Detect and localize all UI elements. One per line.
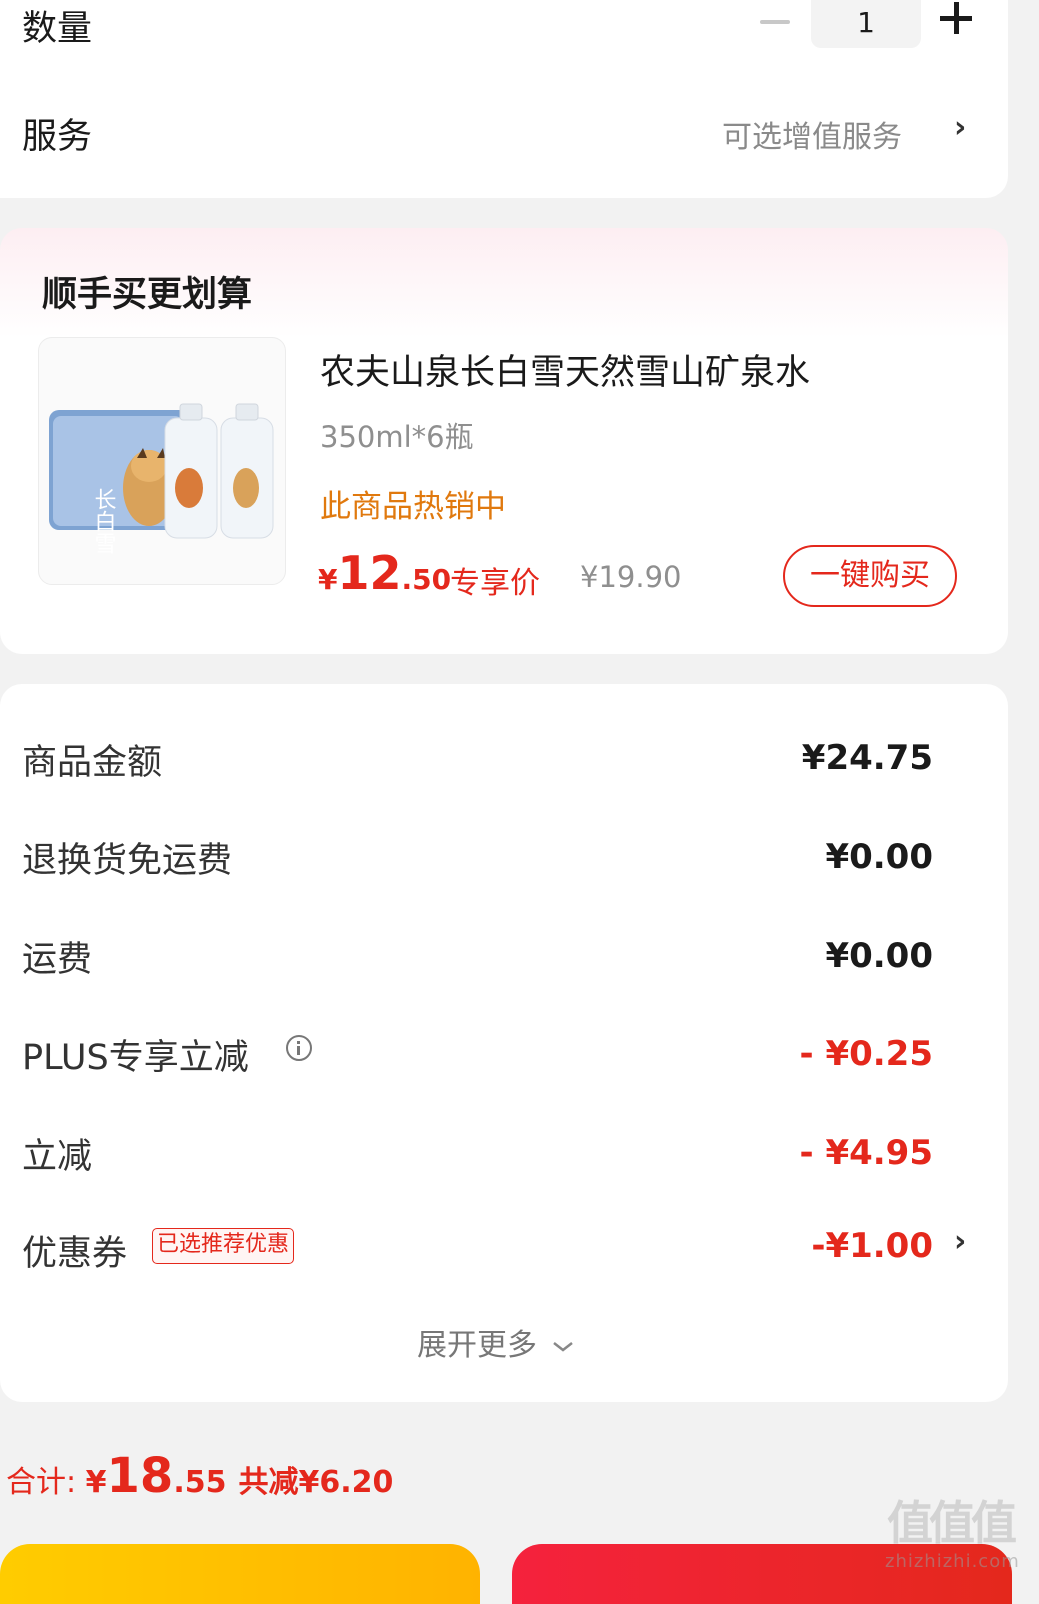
watermark-glyphs: 值值值 bbox=[887, 1496, 1017, 1550]
plus-discount-label: PLUS专享立减 bbox=[22, 1038, 249, 1078]
original-price: ¥19.90 bbox=[580, 560, 682, 594]
info-icon[interactable] bbox=[286, 1035, 312, 1061]
coupon-value[interactable]: -¥1.00 bbox=[811, 1226, 933, 1266]
service-chevron-right-icon[interactable]: › bbox=[954, 110, 966, 145]
price-decimal: .50 bbox=[401, 563, 452, 596]
return-shipping-label: 退换货免运费 bbox=[22, 841, 233, 881]
product-spec: 350ml*6瓶 bbox=[320, 420, 474, 454]
shipping-label: 运费 bbox=[22, 940, 93, 980]
total-integer: 18 bbox=[106, 1448, 174, 1504]
product-image[interactable]: 长白雪 bbox=[38, 337, 286, 585]
product-name[interactable]: 农夫山泉长白雪天然雪山矿泉水 bbox=[320, 344, 810, 395]
exclusive-price-tag: 专享价 bbox=[450, 566, 540, 601]
quantity-input[interactable]: 1 bbox=[811, 0, 921, 48]
bottle-brand-text: 长白雪 bbox=[91, 488, 116, 554]
expand-more-label: 展开更多 bbox=[417, 1328, 537, 1363]
add-to-cart-button[interactable] bbox=[0, 1544, 480, 1604]
quantity-plus-button[interactable] bbox=[940, 2, 974, 36]
one-click-buy-button[interactable]: 一键购买 bbox=[783, 545, 957, 607]
total-saved: 共减¥6.20 bbox=[238, 1465, 394, 1500]
service-label: 服务 bbox=[22, 117, 93, 157]
chevron-down-icon bbox=[552, 1341, 573, 1352]
plus-discount-value: - ¥0.25 bbox=[799, 1034, 934, 1074]
price-currency: ¥ bbox=[318, 563, 338, 596]
product-price: ¥12.50 bbox=[318, 546, 451, 600]
hot-selling-text: 此商品热销中 bbox=[320, 489, 506, 525]
expand-more-button[interactable]: 展开更多 bbox=[417, 1320, 575, 1364]
goods-amount-label: 商品金额 bbox=[22, 743, 163, 783]
coupon-chevron-right-icon[interactable]: › bbox=[954, 1224, 966, 1259]
bundle-title: 顺手买更划算 bbox=[42, 275, 253, 315]
price-integer: 12 bbox=[337, 546, 402, 600]
quantity-minus-button[interactable] bbox=[760, 20, 790, 24]
coupon-badge: 已选推荐优惠 bbox=[152, 1228, 295, 1264]
quantity-label: 数量 bbox=[22, 9, 93, 49]
total-decimal: .55 bbox=[173, 1465, 227, 1500]
total-currency: ¥ bbox=[85, 1465, 107, 1500]
service-value[interactable]: 可选增值服务 bbox=[722, 112, 902, 156]
return-shipping-value: ¥0.00 bbox=[825, 837, 933, 877]
quantity-service-card: 数量 1 服务 可选增值服务 › bbox=[0, 0, 1008, 198]
shipping-value: ¥0.00 bbox=[825, 936, 933, 976]
watermark-logo: 值值值 zhizhizhi.com bbox=[885, 1487, 1035, 1572]
instant-discount-value: - ¥4.95 bbox=[799, 1133, 934, 1173]
coupon-label: 优惠券 bbox=[22, 1234, 128, 1274]
total-label: 合计: bbox=[6, 1465, 86, 1500]
watermark-text: zhizhizhi.com bbox=[885, 1551, 1020, 1572]
instant-discount-label: 立减 bbox=[22, 1137, 93, 1177]
water-bottles-image: 长白雪 bbox=[49, 403, 274, 554]
goods-amount-value: ¥24.75 bbox=[801, 738, 933, 778]
order-total: 合计: ¥18.55 共减¥6.20 bbox=[6, 1448, 393, 1504]
